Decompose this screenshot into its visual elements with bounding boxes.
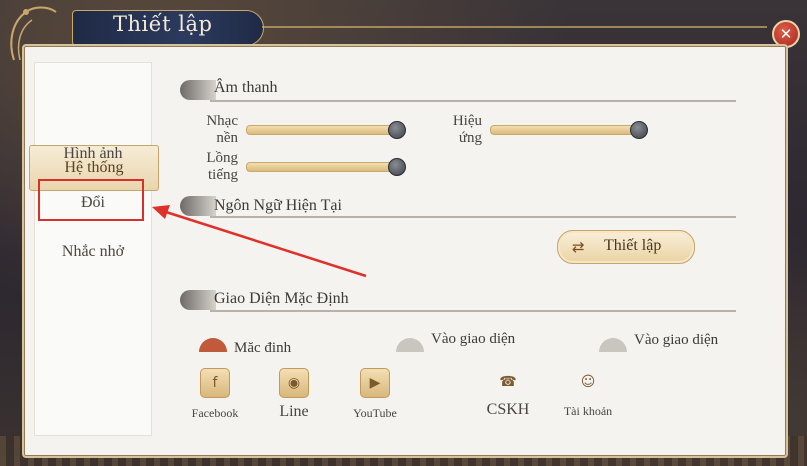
annotation-arrow: [152, 205, 367, 278]
